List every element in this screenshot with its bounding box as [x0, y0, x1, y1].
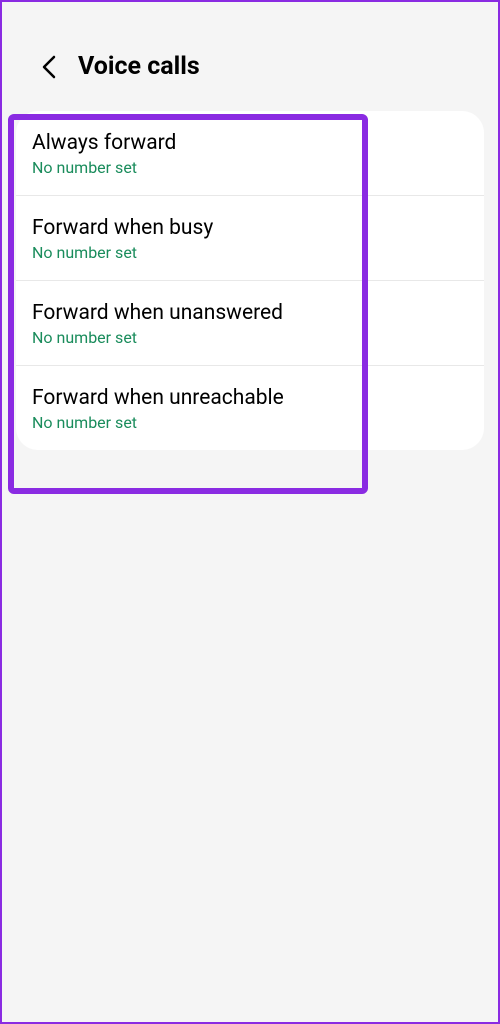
item-title: Forward when busy — [32, 216, 468, 240]
item-title: Always forward — [32, 131, 468, 155]
back-icon[interactable] — [38, 56, 60, 78]
item-title: Forward when unanswered — [32, 301, 468, 325]
page-title: Voice calls — [78, 52, 200, 81]
item-subtitle: No number set — [32, 158, 468, 177]
list-item-forward-unanswered[interactable]: Forward when unanswered No number set — [16, 281, 484, 366]
list-item-always-forward[interactable]: Always forward No number set — [16, 111, 484, 196]
item-subtitle: No number set — [32, 413, 468, 432]
item-subtitle: No number set — [32, 243, 468, 262]
header: Voice calls — [2, 2, 498, 105]
list-item-forward-busy[interactable]: Forward when busy No number set — [16, 196, 484, 281]
item-title: Forward when unreachable — [32, 386, 468, 410]
item-subtitle: No number set — [32, 328, 468, 347]
forwarding-list: Always forward No number set Forward whe… — [16, 111, 484, 450]
list-item-forward-unreachable[interactable]: Forward when unreachable No number set — [16, 366, 484, 450]
